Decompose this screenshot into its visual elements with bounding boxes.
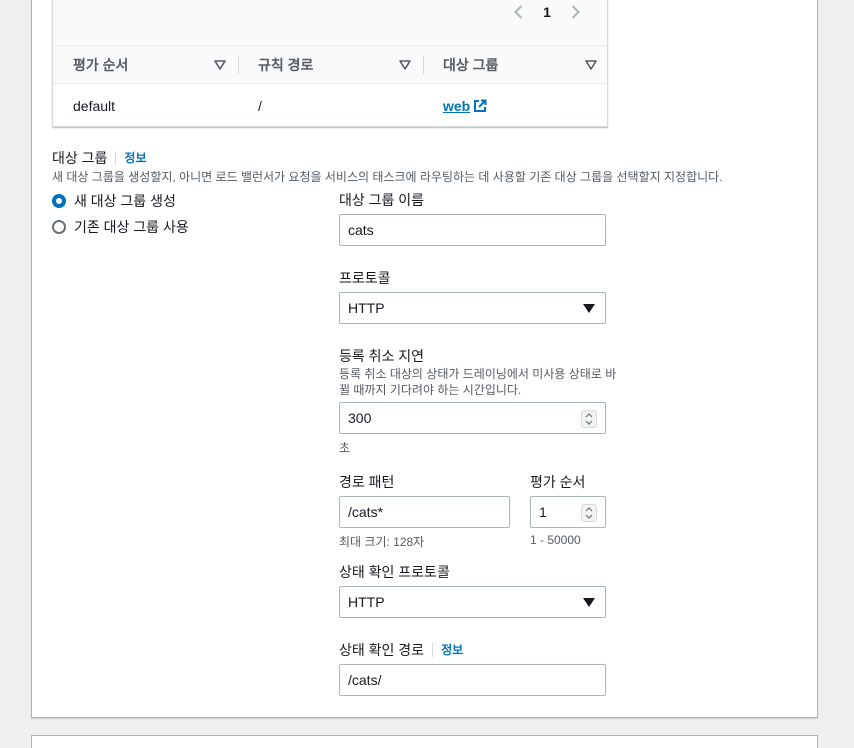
protocol-select[interactable]: HTTP [339,292,606,324]
caret-down-icon [583,598,595,607]
health-check-protocol-selected-value: HTTP [348,594,385,610]
target-group-name-label: 대상 그룹 이름 [339,192,425,208]
radio-use-existing-target-group[interactable]: 기존 대상 그룹 사용 [52,217,189,237]
deregistration-delay-value: 300 [348,410,372,426]
info-link[interactable]: 정보 [432,643,463,657]
table-header-bar: 1 [53,0,607,46]
external-link-icon [474,99,487,112]
health-check-protocol-select[interactable]: HTTP [339,586,606,618]
target-group-name-input[interactable]: cats [339,214,606,246]
radio-label: 기존 대상 그룹 사용 [74,219,189,235]
cell-target-group: web [423,85,609,126]
deregistration-delay-label: 등록 취소 지연 [339,348,425,364]
listener-rules-table: 1 평가 순서 규칙 경로 대상 그룹 default / web [52,0,608,127]
chevron-left-icon [514,5,523,19]
sort-caret-icon [399,60,411,70]
table-head: 평가 순서 규칙 경로 대상 그룹 [53,46,607,84]
service-config-panel: 1 평가 순서 규칙 경로 대상 그룹 default / web 대상 그룹 … [31,0,818,718]
path-pattern-hint: 최대 크기: 128자 [339,535,425,549]
target-group-link-label: web [443,97,471,114]
evaluation-order-label: 평가 순서 [530,474,586,490]
radio-button[interactable] [52,220,66,234]
column-header-target-group[interactable]: 대상 그룹 [423,46,609,84]
radio-create-new-target-group[interactable]: 새 대상 그룹 생성 [52,191,176,211]
section-title-text: 대상 그룹 [52,150,108,166]
column-header-label: 규칙 경로 [258,57,314,73]
protocol-selected-value: HTTP [348,300,385,316]
number-stepper-icon[interactable] [581,504,597,522]
column-header-label: 대상 그룹 [443,57,499,73]
cell-rule-path: / [258,97,262,114]
current-page-number[interactable]: 1 [539,4,555,20]
target-group-description: 새 대상 그룹을 생성할지, 아니면 로드 밸런서가 요청을 서비스의 태스크에… [52,170,723,184]
column-header-label: 평가 순서 [73,57,129,73]
previous-page-button[interactable] [511,4,527,20]
radio-label: 새 대상 그룹 생성 [74,193,176,209]
evaluation-order-value: 1 [539,504,547,520]
sort-caret-icon [214,60,226,70]
target-group-section-title: 대상 그룹 정보 [52,148,147,168]
deregistration-delay-input[interactable]: 300 [339,402,606,434]
deregistration-delay-description-line-1: 등록 취소 대상의 상태가 드레이닝에서 미사용 상태로 바 [339,367,617,381]
cell-eval-order: default [73,97,116,114]
evaluation-order-hint: 1 - 50000 [530,533,581,547]
deregistration-delay-unit: 초 [339,441,351,455]
caret-down-icon [583,304,595,313]
sort-caret-icon [585,60,597,70]
number-stepper-icon[interactable] [581,410,597,428]
next-page-button[interactable] [567,4,583,20]
pagination: 1 [511,4,583,20]
health-check-protocol-label: 상태 확인 프로토콜 [339,564,450,580]
deregistration-delay-description-line-2: 뀔 때까지 기다려야 하는 시간입니다. [339,383,522,397]
health-check-path-label-text: 상태 확인 경로 [339,642,425,658]
radio-button-selected[interactable] [52,194,66,208]
evaluation-order-input[interactable]: 1 [530,496,606,528]
info-link[interactable]: 정보 [115,151,147,165]
target-group-link[interactable]: web [443,98,487,114]
protocol-label: 프로토콜 [339,270,391,286]
path-pattern-input[interactable]: /cats* [339,496,510,528]
chevron-right-icon [571,5,580,19]
path-pattern-label: 경로 패턴 [339,474,395,490]
health-check-path-label: 상태 확인 경로 정보 [339,640,463,660]
column-header-eval-order[interactable]: 평가 순서 [53,46,238,84]
column-header-rule-path[interactable]: 규칙 경로 [238,46,423,84]
next-panel [31,735,818,748]
health-check-path-input[interactable]: /cats/ [339,664,606,696]
table-row: default / web [53,85,607,126]
